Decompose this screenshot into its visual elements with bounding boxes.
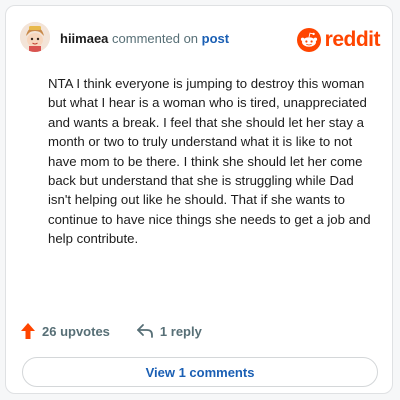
arrow-up-icon xyxy=(21,323,35,339)
post-link[interactable]: post xyxy=(202,31,229,46)
upvote-count: 26 upvotes xyxy=(42,323,110,339)
view-comments-button[interactable]: View 1 comments xyxy=(22,357,378,387)
byline-verb: commented on xyxy=(112,31,199,46)
upvote-button[interactable]: 26 upvotes xyxy=(20,322,110,340)
reddit-wordmark: reddit xyxy=(324,28,381,51)
avatar[interactable] xyxy=(20,22,50,52)
reply-button[interactable]: 1 reply xyxy=(136,323,202,339)
reply-count: 1 reply xyxy=(159,323,202,339)
comment-actions: 26 upvotes 1 reply xyxy=(20,320,202,342)
avatar-image xyxy=(20,22,50,52)
username-link[interactable]: hiimaea xyxy=(60,31,108,46)
reddit-logo[interactable]: reddit xyxy=(296,26,381,54)
comment-body: NTA I think everyone is jumping to destr… xyxy=(48,76,371,247)
reddit-snoo-icon xyxy=(296,28,321,52)
byline: hiimaea commented on post xyxy=(60,31,229,46)
comment-card: hiimaea commented on post reddit NTA I t… xyxy=(5,5,393,394)
comment-header: hiimaea commented on post reddit xyxy=(20,22,381,54)
reply-icon xyxy=(137,324,153,338)
